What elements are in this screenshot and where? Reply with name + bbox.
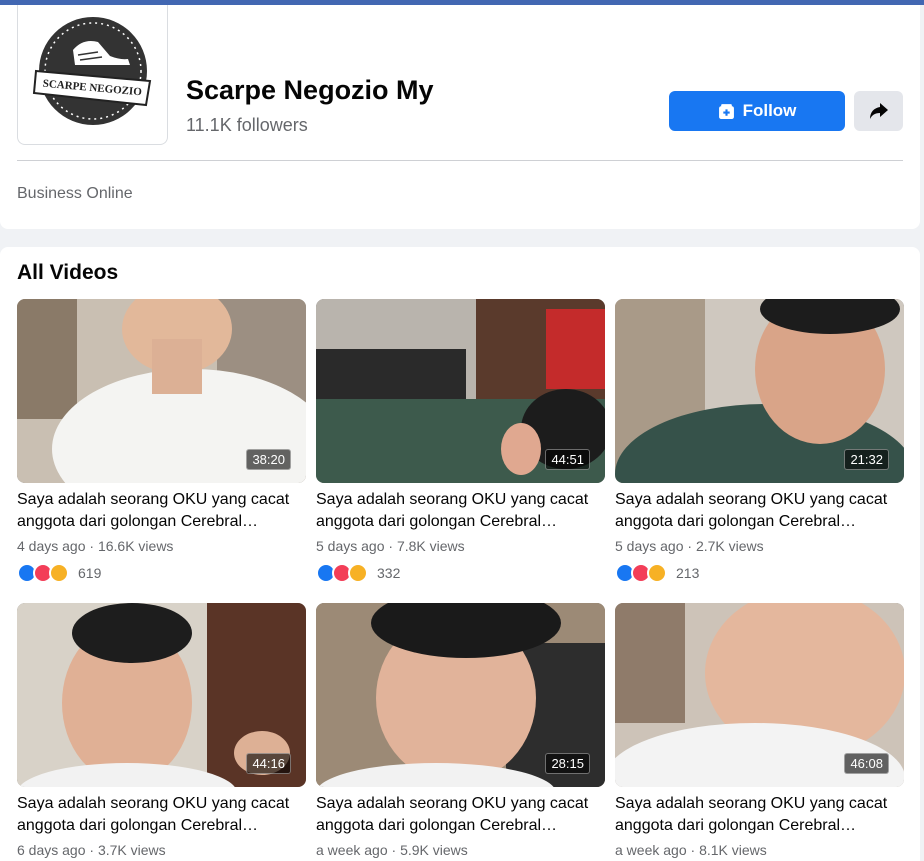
video-meta: a week ago · 8.1K views xyxy=(615,842,767,858)
video-title[interactable]: Saya adalah seorang OKU yang cacat anggo… xyxy=(615,489,910,533)
follow-button[interactable]: Follow xyxy=(669,91,845,131)
video-card[interactable]: 28:15 Saya adalah seorang OKU yang cacat… xyxy=(316,603,605,858)
video-duration: 44:16 xyxy=(246,753,291,774)
video-meta: 5 days ago · 7.8K views xyxy=(316,538,465,554)
video-card[interactable]: 38:20 Saya adalah seorang OKU yang cacat… xyxy=(17,299,306,585)
followers-count[interactable]: 11.1K followers xyxy=(186,115,308,136)
video-meta: a week ago · 5.9K views xyxy=(316,842,468,858)
care-reaction-icon xyxy=(348,563,368,583)
section-title: All Videos xyxy=(17,261,119,284)
page-category: Business Online xyxy=(17,185,133,202)
page-title[interactable]: Scarpe Negozio My xyxy=(186,75,434,106)
page-header: SCARPE NEGOZIO Scarpe Negozio My 11.1K f… xyxy=(0,5,920,229)
video-thumbnail[interactable]: 44:51 xyxy=(316,299,605,483)
video-thumbnail[interactable]: 46:08 xyxy=(615,603,904,787)
video-duration: 21:32 xyxy=(844,449,889,470)
video-thumbnail[interactable]: 28:15 xyxy=(316,603,605,787)
share-button[interactable] xyxy=(854,91,903,131)
header-divider xyxy=(17,160,903,161)
video-card[interactable]: 46:08 Saya adalah seorang OKU yang cacat… xyxy=(615,603,904,858)
video-card[interactable]: 44:51 Saya adalah seorang OKU yang cacat… xyxy=(316,299,605,585)
video-card[interactable]: 44:16 Saya adalah seorang OKU yang cacat… xyxy=(17,603,306,858)
video-title[interactable]: Saya adalah seorang OKU yang cacat anggo… xyxy=(316,793,611,837)
videos-section: All Videos 38:20 Saya adalah seorang OKU… xyxy=(0,247,920,861)
video-thumbnail[interactable]: 38:20 xyxy=(17,299,306,483)
page-logo[interactable]: SCARPE NEGOZIO xyxy=(17,5,168,145)
follow-button-label: Follow xyxy=(742,101,797,120)
video-duration: 28:15 xyxy=(545,753,590,774)
video-duration: 38:20 xyxy=(246,449,291,470)
reaction-count: 619 xyxy=(78,565,102,581)
video-title[interactable]: Saya adalah seorang OKU yang cacat anggo… xyxy=(316,489,611,533)
video-title[interactable]: Saya adalah seorang OKU yang cacat anggo… xyxy=(615,793,910,837)
video-title[interactable]: Saya adalah seorang OKU yang cacat anggo… xyxy=(17,489,312,533)
video-duration: 44:51 xyxy=(545,449,590,470)
care-reaction-icon xyxy=(49,563,69,583)
video-duration: 46:08 xyxy=(844,753,889,774)
video-meta: 4 days ago · 16.6K views xyxy=(17,538,174,554)
share-arrow-icon xyxy=(869,103,888,119)
video-title[interactable]: Saya adalah seorang OKU yang cacat anggo… xyxy=(17,793,312,837)
video-thumbnail[interactable]: 44:16 xyxy=(17,603,306,787)
video-card[interactable]: 21:32 Saya adalah seorang OKU yang cacat… xyxy=(615,299,904,585)
reaction-count: 213 xyxy=(676,565,700,581)
care-reaction-icon xyxy=(647,563,667,583)
reactions-summary[interactable]: 213 xyxy=(615,561,904,585)
video-thumbnail[interactable]: 21:32 xyxy=(615,299,904,483)
reactions-summary[interactable]: 332 xyxy=(316,561,605,585)
reactions-summary[interactable]: 619 xyxy=(17,561,306,585)
reaction-count: 332 xyxy=(377,565,401,581)
video-meta: 5 days ago · 2.7K views xyxy=(615,538,764,554)
add-page-icon xyxy=(718,103,734,119)
video-meta: 6 days ago · 3.7K views xyxy=(17,842,166,858)
